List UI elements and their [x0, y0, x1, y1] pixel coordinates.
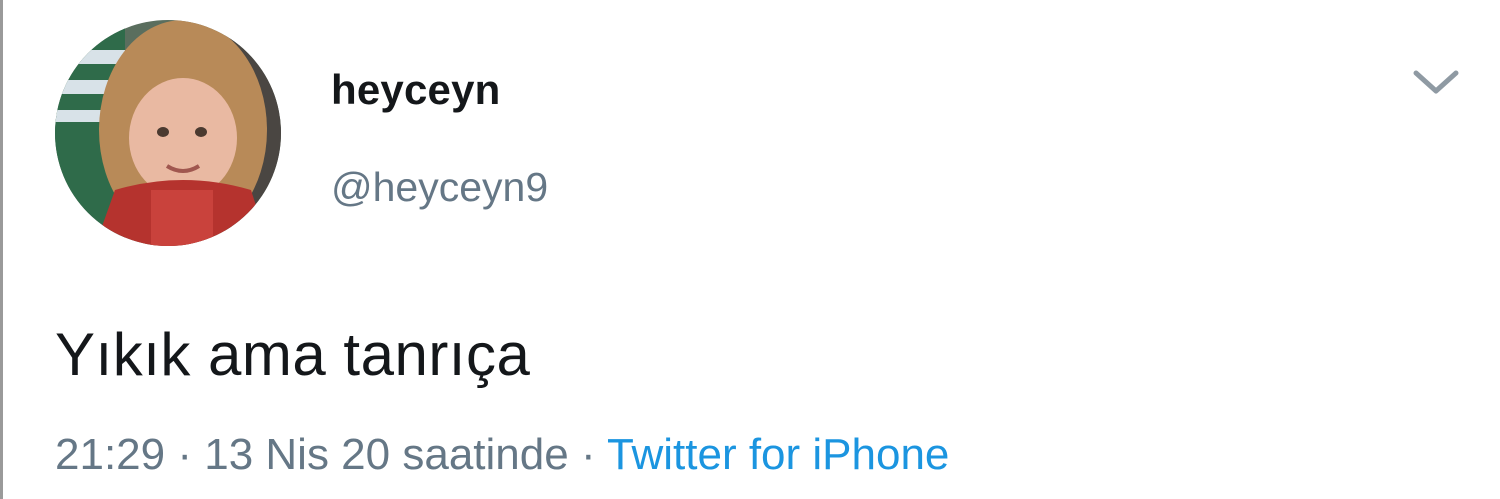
user-handle[interactable]: @heyceyn9 — [331, 164, 548, 211]
tweet-time[interactable]: 21:29 — [55, 430, 165, 479]
meta-separator: · — [177, 430, 192, 479]
tweet-source-link[interactable]: Twitter for iPhone — [607, 430, 949, 479]
tweet-date[interactable]: 13 Nis 20 saatinde — [204, 430, 568, 479]
chevron-down-icon[interactable] — [1411, 66, 1461, 98]
tweet-card: heyceyn @heyceyn9 Yıkık ama tanrıça 21:2… — [0, 0, 1500, 499]
meta-separator: · — [580, 430, 596, 479]
display-name[interactable]: heyceyn — [331, 66, 501, 114]
tweet-meta: 21:29 · 13 Nis 20 saatinde · Twitter for… — [55, 430, 949, 480]
avatar[interactable] — [55, 20, 281, 246]
tweet-text: Yıkık ama tanrıça — [55, 321, 531, 388]
avatar-image — [55, 20, 281, 246]
